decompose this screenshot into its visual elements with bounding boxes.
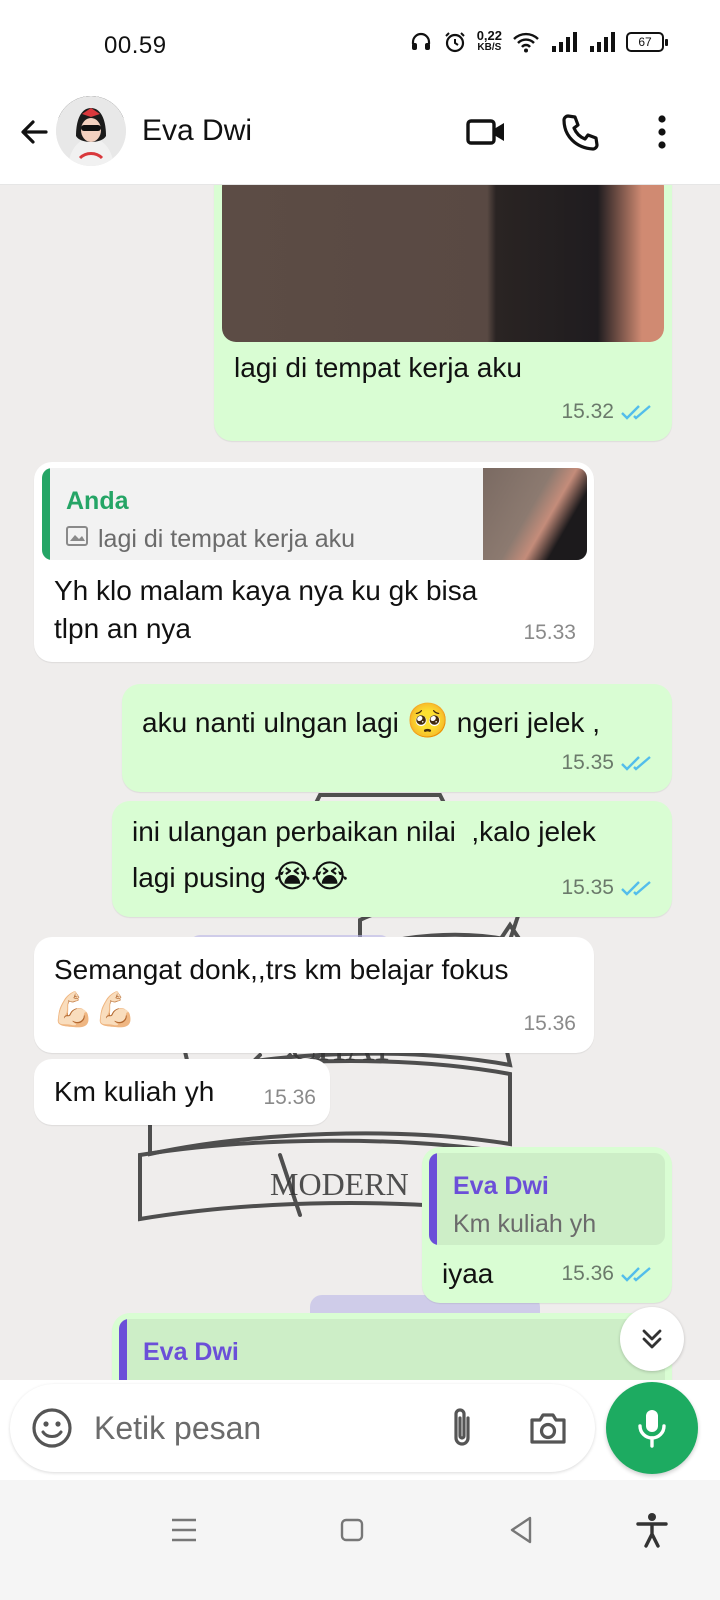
headphones-icon xyxy=(411,32,430,50)
voice-call-icon[interactable] xyxy=(558,110,602,154)
message-text-line-1: Semangat donk,,trs km belajar fokus xyxy=(54,954,509,985)
message-outgoing[interactable]: aku nanti ulngan lagi 🥺 ngeri jelek , 15… xyxy=(122,684,672,792)
emoji-muscle: 💪🏻💪🏻 xyxy=(52,991,137,1029)
quoted-text: lagi di tempat kerja aku xyxy=(98,525,356,553)
message-time: 15.33 xyxy=(523,621,576,644)
message-meta: 15.32 xyxy=(561,393,654,431)
recent-apps-icon[interactable] xyxy=(164,1510,204,1550)
message-outgoing[interactable]: ini ulangan perbaikan nilai ,kalo jelek … xyxy=(112,801,672,917)
read-ticks-icon xyxy=(621,756,651,771)
microphone-icon xyxy=(638,1410,666,1448)
message-input[interactable] xyxy=(94,1408,424,1448)
back-nav-icon[interactable] xyxy=(502,1510,542,1550)
message-composer xyxy=(10,1384,595,1472)
message-meta: 15.36 xyxy=(523,1005,576,1043)
message-text-line-1: Yh klo malam kaya nya ku gk bisa xyxy=(54,575,478,606)
camera-icon[interactable] xyxy=(526,1406,570,1450)
quoted-author: Eva Dwi xyxy=(143,1338,239,1366)
photo-icon xyxy=(66,526,88,546)
network-speed-value: 0,22 xyxy=(476,28,502,43)
wifi-icon xyxy=(513,32,539,53)
message-time: 15.32 xyxy=(561,400,614,423)
system-navigation-bar xyxy=(0,1480,720,1600)
message-meta: 15.36 xyxy=(561,1255,654,1293)
more-options-icon[interactable] xyxy=(640,110,684,154)
contact-name[interactable]: Eva Dwi xyxy=(142,114,252,148)
message-text-part-2: ngeri jelek , xyxy=(456,707,600,738)
alarm-icon xyxy=(444,32,465,53)
message-meta: 15.33 xyxy=(523,614,576,652)
status-bar: 00.59 0,22 KB/S 67 xyxy=(0,0,720,90)
chat-area[interactable]: CHAT MODERN lagi di tempat kerja aku 15.… xyxy=(0,185,720,1380)
read-ticks-icon xyxy=(621,405,651,420)
quoted-author: Eva Dwi xyxy=(453,1172,549,1200)
message-text: aku nanti ulngan lagi 🥺 ngeri jelek , xyxy=(142,702,600,742)
message-meta: 15.36 xyxy=(263,1079,316,1117)
message-time: 15.35 xyxy=(561,751,614,774)
read-ticks-icon xyxy=(621,881,651,896)
message-meta: 15.35 xyxy=(561,744,654,782)
quote-bar xyxy=(42,468,50,560)
status-time: 00.59 xyxy=(104,32,167,59)
message-meta: 15.35 xyxy=(561,869,654,907)
message-time: 15.36 xyxy=(523,1012,576,1035)
quoted-thumbnail xyxy=(483,468,587,560)
message-text-line-2: lagi pusing 😭😭 xyxy=(132,857,348,897)
avatar-picture xyxy=(56,96,126,166)
message-caption: lagi di tempat kerja aku xyxy=(234,352,522,383)
message-outgoing-image[interactable]: lagi di tempat kerja aku 15.32 xyxy=(214,185,672,441)
signal-icon-2 xyxy=(590,32,615,52)
quoted-message[interactable]: Eva Dwi Km kuliah yh xyxy=(429,1153,665,1245)
quoted-message[interactable]: Anda lagi di tempat kerja aku xyxy=(42,468,587,560)
quote-bar xyxy=(119,1319,127,1380)
chat-header: Eva Dwi xyxy=(0,90,720,185)
emoji-crying: 😭😭 xyxy=(273,858,349,894)
message-text-part-1: aku nanti ulngan lagi xyxy=(142,707,399,738)
double-chevron-down-icon xyxy=(642,1329,662,1349)
message-incoming-reply[interactable]: Anda lagi di tempat kerja aku Yh klo mal… xyxy=(34,462,594,662)
doodle-text-modern: MODERN xyxy=(270,1166,409,1202)
message-text: iyaa xyxy=(442,1258,494,1289)
message-outgoing-reply[interactable]: Eva Dwi xyxy=(112,1313,672,1380)
emoji-pleading: 🥺 xyxy=(406,702,449,740)
contact-avatar[interactable] xyxy=(56,96,126,166)
message-text: Km kuliah yh xyxy=(54,1076,215,1107)
accessibility-icon[interactable] xyxy=(632,1510,672,1550)
back-arrow-icon[interactable] xyxy=(16,114,52,150)
network-speed: 0,22 KB/S xyxy=(476,28,502,54)
quoted-text: Km kuliah yh xyxy=(453,1210,597,1238)
message-incoming[interactable]: Km kuliah yh 15.36 xyxy=(34,1059,330,1125)
message-text-line-2: tlpn an nya xyxy=(54,613,191,644)
status-icons: 0,22 KB/S 67 xyxy=(409,28,668,54)
message-time: 15.36 xyxy=(263,1086,316,1109)
message-image[interactable] xyxy=(222,185,664,342)
battery-indicator: 67 xyxy=(626,32,668,52)
quote-bar xyxy=(429,1153,437,1245)
read-ticks-icon xyxy=(621,1267,651,1282)
home-icon[interactable] xyxy=(332,1510,372,1550)
emoji-icon[interactable] xyxy=(30,1406,74,1450)
quoted-author: Anda xyxy=(66,487,129,515)
quoted-message[interactable]: Eva Dwi xyxy=(119,1319,665,1380)
message-incoming[interactable]: Semangat donk,,trs km belajar fokus 💪🏻💪🏻… xyxy=(34,937,594,1053)
message-time: 15.36 xyxy=(561,1262,614,1285)
network-speed-unit: KB/S xyxy=(477,42,502,53)
signal-icon-1 xyxy=(552,32,577,52)
message-text-line-1: ini ulangan perbaikan nilai ,kalo jelek xyxy=(132,816,596,847)
message-outgoing-reply[interactable]: Eva Dwi Km kuliah yh iyaa 15.36 xyxy=(422,1147,672,1303)
scroll-to-bottom-button[interactable] xyxy=(620,1307,684,1371)
message-text-part: lagi pusing xyxy=(132,862,266,893)
voice-message-button[interactable] xyxy=(606,1382,698,1474)
attach-icon[interactable] xyxy=(442,1404,482,1452)
video-call-icon[interactable] xyxy=(464,110,508,154)
message-time: 15.35 xyxy=(561,876,614,899)
